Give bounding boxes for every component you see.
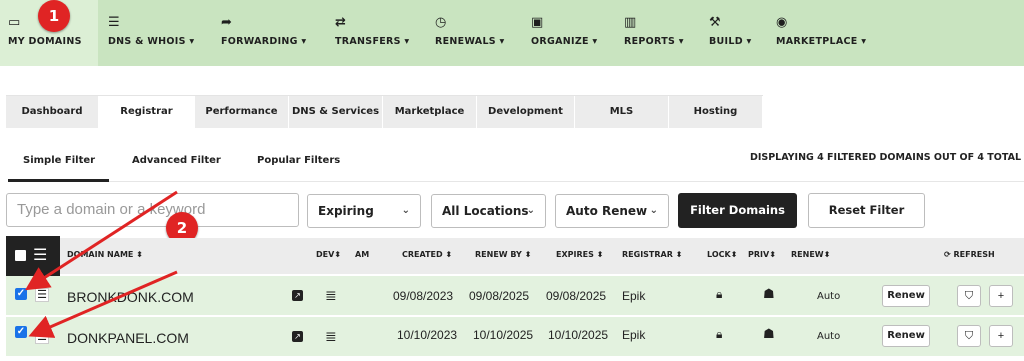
tab-dns-services[interactable]: DNS & Services: [289, 96, 383, 128]
nav-renewals[interactable]: ◷ RENEWALS ▾: [435, 14, 505, 54]
chevron-down-icon: ⌄: [526, 205, 535, 216]
expiring-dropdown[interactable]: Expiring ⌄: [307, 194, 421, 228]
auto-renew-status: Auto: [817, 291, 841, 302]
tab-performance[interactable]: Performance: [195, 96, 289, 128]
lock-icon[interactable]: 🔒︎: [716, 327, 722, 342]
nav-marketplace[interactable]: ◉ MARKETPLACE ▾: [776, 14, 866, 54]
tab-hosting[interactable]: Hosting: [669, 96, 763, 128]
select-all-checkbox[interactable]: [15, 250, 26, 261]
expires-date: 10/10/2025: [548, 328, 609, 342]
tag-button[interactable]: ⛉: [957, 325, 981, 347]
add-button[interactable]: +: [989, 285, 1013, 307]
add-button[interactable]: +: [989, 325, 1013, 347]
th-expires[interactable]: EXPIRES ⬍: [556, 250, 603, 259]
subtab-popular-filters[interactable]: Popular Filters: [257, 155, 340, 166]
chevron-down-icon: ⌄: [649, 205, 658, 216]
created-date: 10/10/2023: [397, 328, 458, 342]
th-lock[interactable]: LOCK⬍: [707, 250, 737, 259]
briefcase-icon: ▣: [531, 15, 544, 30]
database-icon[interactable]: ≣: [325, 287, 337, 304]
locations-dropdown-label: All Locations: [442, 204, 529, 218]
tab-mls[interactable]: MLS: [575, 96, 669, 128]
renew-by-date: 09/08/2025: [469, 289, 530, 303]
subtab-advanced-filter[interactable]: Advanced Filter: [132, 155, 221, 166]
row-menu-icon[interactable]: ☰: [35, 330, 49, 344]
chevron-down-icon: ⌄: [401, 205, 410, 216]
tab-dashboard[interactable]: Dashboard: [6, 96, 99, 128]
filter-domains-button[interactable]: Filter Domains: [678, 193, 797, 228]
nav-forwarding[interactable]: ➦ FORWARDING ▾: [221, 14, 306, 54]
tag-button[interactable]: ⛉: [957, 285, 981, 307]
row-checkbox[interactable]: ✓: [15, 288, 27, 300]
th-registrar[interactable]: REGISTRAR ⬍: [622, 250, 682, 259]
tag-icon: ⛉: [964, 330, 974, 342]
tab-registrar[interactable]: Registrar: [99, 96, 195, 128]
bulk-select-box[interactable]: ☰: [6, 236, 60, 276]
th-dev[interactable]: DEV⬍: [316, 250, 341, 259]
target-icon: ◉: [776, 15, 788, 30]
nav-build[interactable]: ⚒ BUILD ▾: [709, 14, 752, 54]
registrar-name: Epik: [622, 289, 646, 303]
nav-dns-whois[interactable]: ☰ DNS & WHOIS ▾: [108, 14, 194, 54]
th-domain-name[interactable]: DOMAIN NAME ⬍: [67, 250, 143, 259]
forward-arrow-icon: ➦: [221, 15, 233, 30]
auto-renew-dropdown[interactable]: Auto Renew ⌄: [555, 194, 669, 228]
bar-chart-icon: ▥: [624, 15, 637, 30]
subtab-simple-filter[interactable]: Simple Filter: [23, 155, 95, 166]
locations-dropdown[interactable]: All Locations ⌄: [431, 194, 546, 228]
plus-icon: +: [997, 330, 1005, 342]
plus-icon: +: [997, 290, 1005, 302]
top-nav: ▭ MY DOMAINS ☰ DNS & WHOIS ▾ ➦ FORWARDIN…: [0, 0, 1024, 66]
domain-name-link[interactable]: BRONKDONK.COM: [67, 289, 194, 305]
th-renew[interactable]: RENEW⬍: [791, 250, 830, 259]
subtab-active-underline: [8, 179, 109, 182]
tag-icon: ⛉: [964, 290, 974, 302]
server-list-icon: ☰: [108, 15, 120, 30]
th-priv[interactable]: PRIV⬍: [748, 250, 776, 259]
th-renew-by[interactable]: RENEW BY ⬍: [475, 250, 531, 259]
created-date: 09/08/2023: [393, 289, 454, 303]
nav-transfers[interactable]: ⇄ TRANSFERS ▾: [335, 14, 409, 54]
wrench-icon: ⚒: [709, 15, 721, 30]
row-menu-icon[interactable]: ☰: [35, 288, 49, 302]
th-created[interactable]: CREATED ⬍: [402, 250, 452, 259]
clock-icon: ◷: [435, 15, 447, 30]
tab-development[interactable]: Development: [477, 96, 575, 128]
expires-date: 09/08/2025: [546, 289, 607, 303]
annotation-badge-1: 1: [38, 0, 70, 32]
renew-button[interactable]: Renew: [882, 285, 930, 307]
domain-name-link[interactable]: DONKPANEL.COM: [67, 330, 189, 346]
section-tabs: Dashboard Registrar Performance DNS & Se…: [6, 95, 763, 128]
subtab-divider: [8, 181, 1024, 182]
expiring-dropdown-label: Expiring: [318, 204, 374, 218]
renew-by-date: 10/10/2025: [473, 328, 534, 342]
privacy-icon[interactable]: ☗: [763, 326, 775, 342]
auto-renew-status: Auto: [817, 331, 841, 342]
bulk-menu-icon[interactable]: ☰: [33, 245, 47, 265]
refresh-button[interactable]: ⟳ REFRESH: [944, 250, 995, 259]
auto-renew-dropdown-label: Auto Renew: [566, 204, 648, 218]
search-input[interactable]: Type a domain or a keyword: [6, 193, 299, 227]
privacy-icon[interactable]: ☗: [763, 286, 775, 302]
external-link-icon[interactable]: ↗: [292, 331, 303, 342]
transfer-arrows-icon: ⇄: [335, 15, 347, 30]
external-link-icon[interactable]: ↗: [292, 290, 303, 301]
display-count: DISPLAYING 4 FILTERED DOMAINS OUT OF 4 T…: [749, 152, 1021, 163]
nav-reports[interactable]: ▥ REPORTS ▾: [624, 14, 684, 54]
th-am: AM: [355, 250, 370, 259]
row-checkbox[interactable]: ✓: [15, 326, 27, 338]
registrar-name: Epik: [622, 328, 646, 342]
tab-marketplace[interactable]: Marketplace: [383, 96, 477, 128]
renew-button[interactable]: Renew: [882, 325, 930, 347]
reset-filter-button[interactable]: Reset Filter: [808, 193, 925, 228]
lock-icon[interactable]: 🔒︎: [716, 287, 722, 302]
nav-organize[interactable]: ▣ ORGANIZE ▾: [531, 14, 597, 54]
database-icon[interactable]: ≣: [325, 328, 337, 345]
